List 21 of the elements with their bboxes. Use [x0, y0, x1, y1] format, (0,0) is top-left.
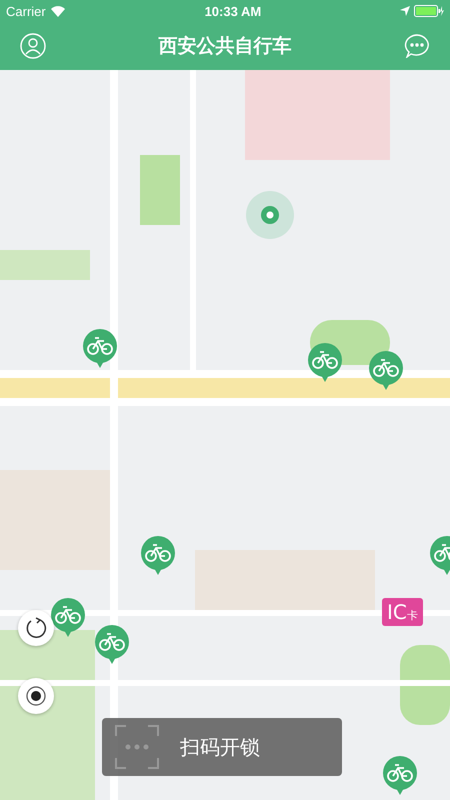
location-marker-icon: [246, 191, 294, 239]
status-time: 10:33 AM: [204, 4, 262, 18]
scan-unlock-button[interactable]: 扫码开锁: [102, 718, 342, 776]
bike-pin-icon[interactable]: [94, 624, 130, 666]
locate-icon: [26, 686, 46, 706]
app-title: 西安公共自行车: [158, 34, 292, 59]
wifi-icon: [50, 5, 66, 17]
location-arrow-icon: [400, 6, 410, 16]
park-area: [140, 155, 180, 225]
bike-pin-icon[interactable]: [82, 328, 118, 370]
bike-pin-icon[interactable]: [307, 342, 343, 384]
battery-icon: [414, 5, 444, 17]
ic-card-button[interactable]: IC卡: [382, 598, 423, 626]
bike-pin-icon[interactable]: [382, 755, 418, 797]
refresh-icon: [25, 617, 47, 639]
message-icon[interactable]: [404, 34, 430, 58]
bike-pin-icon[interactable]: [368, 350, 404, 392]
user-profile-icon[interactable]: [20, 33, 46, 59]
carrier-label: Carrier: [6, 4, 46, 18]
scan-frame-icon: [114, 724, 160, 770]
bike-pin-icon[interactable]: [140, 535, 176, 577]
